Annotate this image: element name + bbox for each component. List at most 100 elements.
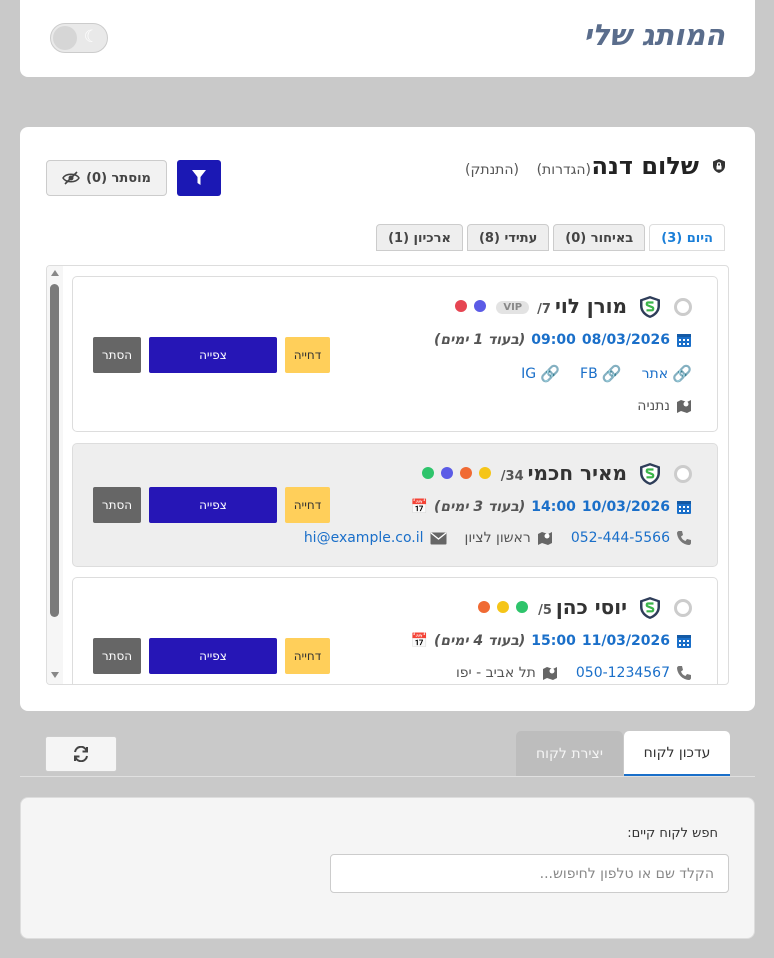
tag-dot — [474, 300, 487, 312]
scroll-thumb[interactable] — [50, 284, 59, 617]
phone-icon — [677, 531, 691, 545]
appointment-time: 14:00 — [531, 499, 576, 515]
city-text: נתניה — [637, 398, 670, 414]
client-name[interactable]: מורן לוי — [555, 294, 627, 318]
appointments-list: מורן לוי 7/VIP 08/03/2026 09:00 (בעוד 1 י… — [46, 265, 729, 685]
view-button[interactable]: צפייה — [149, 337, 277, 373]
tab-overdue[interactable]: באיחור (0) — [553, 224, 646, 251]
client-number: 7/ — [537, 302, 551, 317]
shield-logo-icon — [640, 597, 660, 619]
phone-link[interactable]: 050-1234567 — [576, 665, 670, 681]
user-greeting: שלום דנה — [591, 152, 700, 180]
tag-dots — [421, 467, 491, 479]
tab-count: (0) — [565, 231, 587, 246]
phone-icon — [677, 666, 691, 680]
email-link[interactable]: hi@example.co.il — [304, 530, 424, 546]
tab-future[interactable]: עתידי (8) — [466, 224, 550, 251]
calendar-icon — [677, 635, 691, 648]
appointment-date: 08/03/2026 — [581, 332, 670, 348]
tab-create-client[interactable]: יצירת לקוח — [516, 731, 623, 776]
phone-link[interactable]: 052-444-5566 — [571, 530, 670, 546]
map-icon — [542, 667, 557, 680]
tag-dot — [440, 467, 453, 479]
defer-button[interactable]: דחייה — [285, 487, 330, 523]
hidden-items-label: מוסתר (0) — [86, 170, 151, 186]
tag-dots — [455, 300, 487, 312]
client-links: 🔗 אתר 🔗 FB 🔗 IG — [521, 364, 692, 383]
eye-slash-icon — [62, 171, 80, 185]
refresh-button[interactable] — [45, 736, 117, 772]
tag-dot — [478, 467, 491, 479]
lock-icon — [713, 159, 725, 173]
search-label: חפש לקוח קיים: — [627, 826, 718, 841]
envelope-icon — [430, 531, 447, 544]
brand-title: המותג שלי — [583, 18, 725, 52]
city-text: תל אביב - יפו — [455, 665, 536, 681]
logout-link[interactable]: (התנתק) — [465, 162, 519, 178]
tab-count: (8) — [478, 231, 500, 246]
hidden-items-button[interactable]: מוסתר (0) — [46, 160, 167, 196]
hide-button[interactable]: הסתר — [93, 487, 141, 523]
defer-button[interactable]: דחייה — [285, 638, 330, 674]
tag-dot — [516, 601, 529, 613]
tab-bar: היום (3) באיחור (0) עתידי (8) ארכיון (1) — [376, 224, 725, 251]
tab-count: (1) — [388, 231, 410, 246]
defer-button[interactable]: דחייה — [285, 337, 330, 373]
appointment-time: 15:00 — [531, 633, 576, 649]
city-text: ראשון לציון — [464, 530, 531, 546]
appointment-card: מורן לוי 7/VIP 08/03/2026 09:00 (בעוד 1 י… — [72, 276, 718, 432]
tag-dot — [455, 300, 468, 312]
client-name[interactable]: מאיר חכמי — [528, 461, 627, 485]
client-city: נתניה — [637, 398, 692, 414]
view-button[interactable]: צפייה — [149, 487, 277, 523]
client-name-row: מורן לוי 7/VIP — [455, 294, 627, 318]
toggle-knob — [53, 26, 77, 50]
header-bar: המותג שלי ☾ — [20, 0, 755, 77]
appointment-card: יוסי כהן 5/ 11/03/2026 15:00 (בעוד 4 ימים… — [72, 577, 718, 684]
instagram-link[interactable]: IG — [521, 366, 536, 382]
tag-dot — [459, 467, 472, 479]
tab-count: (3) — [661, 231, 683, 246]
appointment-date: 10/03/2026 — [581, 499, 670, 515]
client-contact: 052-444-5566 ראשון לציון hi@example.co.i… — [304, 530, 692, 546]
appointment-datetime: 10/03/2026 14:00 (בעוד 3 ימים) 📅 — [411, 499, 693, 515]
appointment-relative: (בעוד 3 ימים) — [433, 499, 526, 515]
theme-toggle[interactable]: ☾ — [50, 23, 108, 53]
website-link[interactable]: אתר — [642, 366, 668, 382]
tab-update-client[interactable]: עדכון לקוח — [624, 731, 730, 776]
facebook-link[interactable]: FB — [580, 366, 598, 382]
client-name[interactable]: יוסי כהן — [556, 595, 627, 619]
appointment-relative: (בעוד 4 ימים) — [433, 633, 526, 649]
appointment-datetime: 08/03/2026 09:00 (בעוד 1 ימים) — [434, 332, 692, 348]
appointment-card: מאיר חכמי 34/ 10/03/2026 14:00 (בעוד 3 ימ… — [72, 443, 718, 567]
tab-archive[interactable]: ארכיון (1) — [376, 224, 463, 251]
calendar-add-icon[interactable]: 📅 — [411, 633, 428, 649]
map-icon — [677, 400, 691, 413]
tab-today[interactable]: היום (3) — [649, 224, 725, 251]
appointment-date: 11/03/2026 — [581, 633, 670, 649]
scrollbar[interactable] — [47, 266, 63, 684]
client-contact: 050-1234567 תל אביב - יפו — [456, 665, 692, 681]
select-radio[interactable] — [674, 465, 692, 483]
hide-button[interactable]: הסתר — [93, 337, 141, 373]
tab-label: באיחור — [590, 231, 634, 246]
appointment-time: 09:00 — [531, 332, 576, 348]
map-icon — [537, 532, 552, 545]
calendar-add-icon[interactable]: 📅 — [411, 499, 428, 515]
select-radio[interactable] — [674, 298, 692, 316]
scroll-up-arrow[interactable] — [51, 270, 59, 276]
calendar-icon — [677, 501, 691, 514]
settings-link[interactable]: (הגדרות) — [537, 162, 591, 178]
filter-button[interactable] — [177, 160, 221, 196]
link-icon: 🔗 — [672, 364, 692, 383]
refresh-icon — [74, 746, 88, 762]
shield-logo-icon — [640, 463, 660, 485]
select-radio[interactable] — [674, 599, 692, 617]
view-button[interactable]: צפייה — [149, 638, 277, 674]
client-name-row: יוסי כהן 5/ — [478, 595, 627, 619]
appointment-datetime: 11/03/2026 15:00 (בעוד 4 ימים) 📅 — [411, 633, 693, 649]
scroll-down-arrow[interactable] — [51, 672, 59, 678]
hide-button[interactable]: הסתר — [93, 638, 141, 674]
search-panel: חפש לקוח קיים: — [20, 797, 755, 939]
search-input[interactable] — [330, 854, 729, 893]
